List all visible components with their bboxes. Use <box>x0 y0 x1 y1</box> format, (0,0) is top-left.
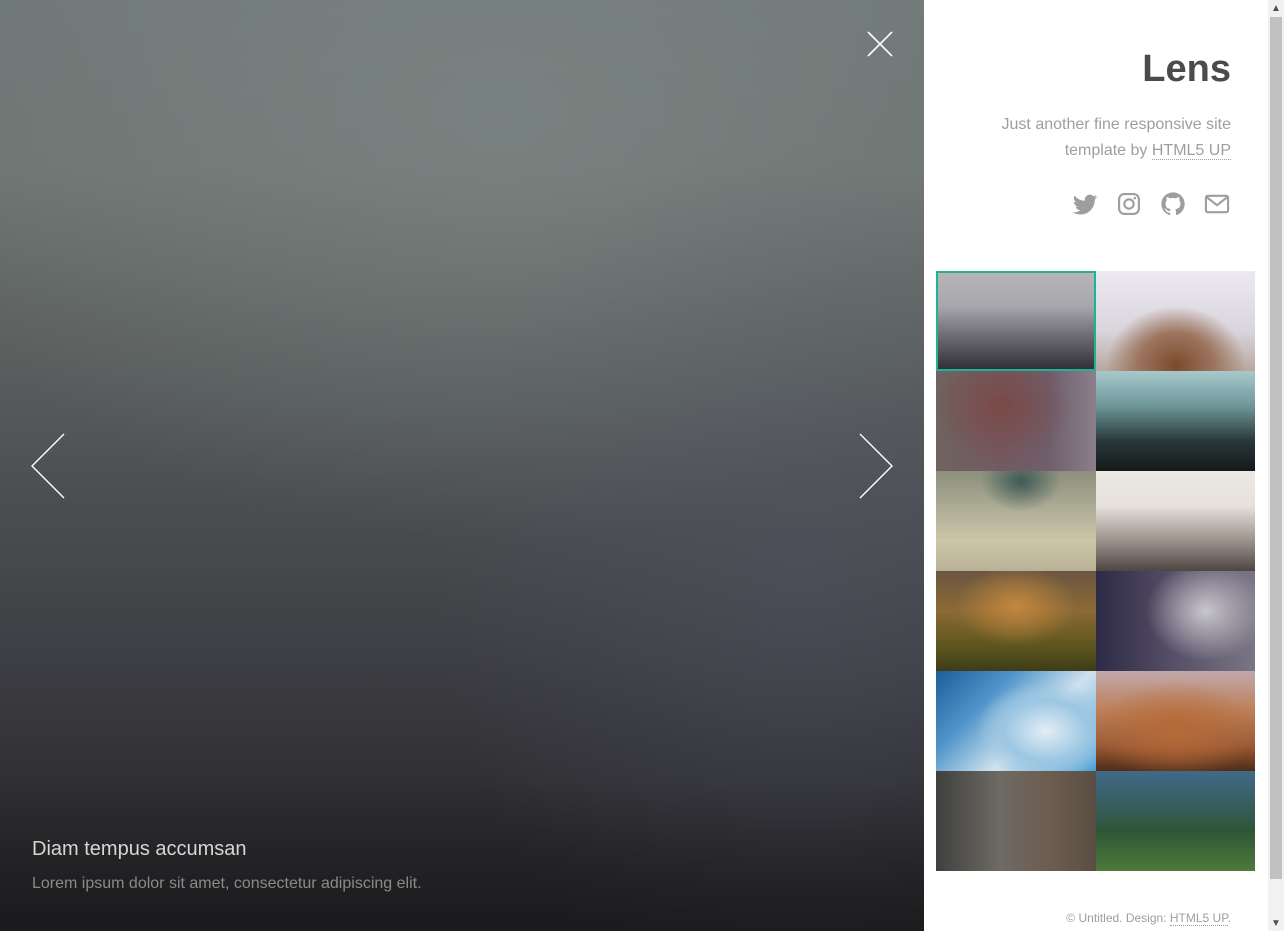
footer-html5up-link[interactable]: HTML5 UP <box>1169 911 1228 926</box>
thumbnail[interactable] <box>1096 271 1255 371</box>
footer-period: . <box>1227 911 1231 925</box>
sidebar: Lens Just another fine responsive site t… <box>924 0 1268 931</box>
footer-text: © Untitled. Design: <box>1066 911 1167 925</box>
thumbnail[interactable] <box>936 471 1096 571</box>
thumbnail[interactable] <box>1096 571 1255 671</box>
instagram-icon[interactable] <box>1115 190 1143 218</box>
image-viewer: Diam tempus accumsan Lorem ipsum dolor s… <box>0 0 924 931</box>
caption-title: Diam tempus accumsan <box>32 838 247 860</box>
previous-image-button[interactable] <box>28 430 68 502</box>
thumbnail[interactable] <box>936 671 1096 771</box>
scrollbar[interactable]: ▲ ▼ <box>1268 0 1284 931</box>
thumbnail[interactable] <box>936 571 1096 671</box>
scroll-down-arrow-icon[interactable]: ▼ <box>1268 915 1284 931</box>
next-image-button[interactable] <box>856 430 896 502</box>
caption-text: Lorem ipsum dolor sit amet, consectetur … <box>32 875 422 892</box>
close-icon <box>867 31 893 57</box>
thumbnail-grid <box>936 271 1255 871</box>
social-links <box>1071 190 1231 218</box>
thumbnail[interactable] <box>936 771 1096 871</box>
twitter-icon[interactable] <box>1071 190 1099 218</box>
tagline: Just another fine responsive site templa… <box>951 112 1231 164</box>
chevron-right-icon <box>859 433 893 499</box>
scroll-up-arrow-icon[interactable]: ▲ <box>1268 0 1284 16</box>
thumbnail-active[interactable] <box>936 271 1096 371</box>
github-icon[interactable] <box>1159 190 1187 218</box>
thumbnail[interactable] <box>936 371 1096 471</box>
chevron-left-icon <box>31 433 65 499</box>
envelope-icon[interactable] <box>1203 190 1231 218</box>
image-caption: Diam tempus accumsan Lorem ipsum dolor s… <box>32 838 422 893</box>
thumbnail[interactable] <box>1096 371 1255 471</box>
scrollbar-thumb[interactable] <box>1270 17 1282 879</box>
footer: © Untitled. Design: HTML5 UP. <box>1066 911 1231 926</box>
html5up-link[interactable]: HTML5 UP <box>1151 142 1231 160</box>
thumbnail[interactable] <box>1096 671 1255 771</box>
thumbnail[interactable] <box>1096 471 1255 571</box>
thumbnail[interactable] <box>1096 771 1255 871</box>
site-title: Lens <box>1142 48 1231 90</box>
close-button[interactable] <box>862 26 898 62</box>
